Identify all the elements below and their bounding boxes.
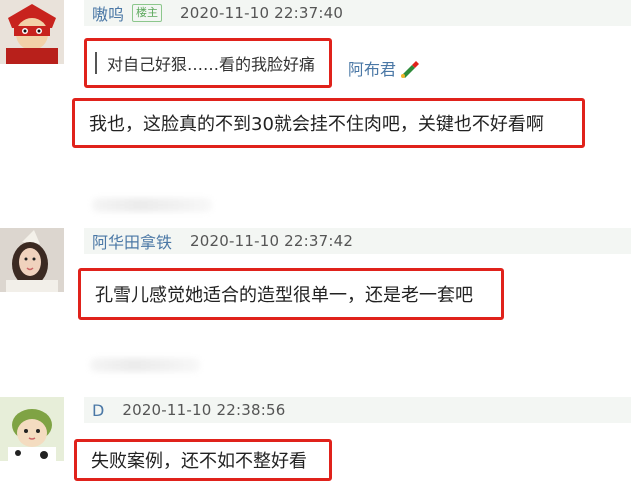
- quote-highlight: 对自己好狠……看的我脸好痛: [84, 38, 332, 88]
- comment-text: 我也，这脸真的不到30就会挂不住肉吧，关键也不好看啊: [89, 114, 544, 135]
- comment-text: 失败案例，还不如不整好看: [91, 451, 307, 472]
- avatar[interactable]: [0, 397, 64, 461]
- quote-bar: [95, 52, 97, 74]
- quote-text: 对自己好狠……看的我脸好痛: [107, 55, 316, 74]
- avatar[interactable]: [0, 228, 64, 292]
- username[interactable]: 嗷呜: [92, 1, 124, 25]
- quote-author-name[interactable]: 阿布君: [348, 56, 396, 80]
- comment-highlight: 失败案例，还不如不整好看: [74, 439, 332, 481]
- comment-meta: 阿华田拿铁 2020-11-10 22:37:42: [84, 228, 631, 254]
- timestamp: 2020-11-10 22:37:40: [180, 4, 344, 22]
- reply-highlight: 我也，这脸真的不到30就会挂不住肉吧，关键也不好看啊: [72, 98, 585, 148]
- comment-text: 孔雪儿感觉她适合的造型很单一，还是老一套吧: [95, 285, 473, 306]
- timestamp: 2020-11-10 22:38:56: [122, 401, 286, 419]
- timestamp: 2020-11-10 22:37:42: [190, 232, 354, 250]
- comment-meta: 嗷呜 楼主 2020-11-10 22:37:40: [84, 0, 631, 26]
- username[interactable]: 阿华田拿铁: [92, 229, 172, 253]
- op-badge: 楼主: [132, 4, 163, 22]
- brush-icon: [401, 61, 420, 78]
- quote-author[interactable]: 阿布君: [348, 56, 420, 80]
- quoted-comment: 对自己好狠……看的我脸好痛: [87, 51, 315, 75]
- comment-meta: D 2020-11-10 22:38:56: [84, 397, 631, 423]
- username[interactable]: D: [92, 401, 104, 420]
- comment-highlight: 孔雪儿感觉她适合的造型很单一，还是老一套吧: [78, 268, 504, 320]
- blurred-text: [90, 358, 200, 372]
- avatar[interactable]: [0, 0, 64, 64]
- blurred-text: [92, 198, 212, 212]
